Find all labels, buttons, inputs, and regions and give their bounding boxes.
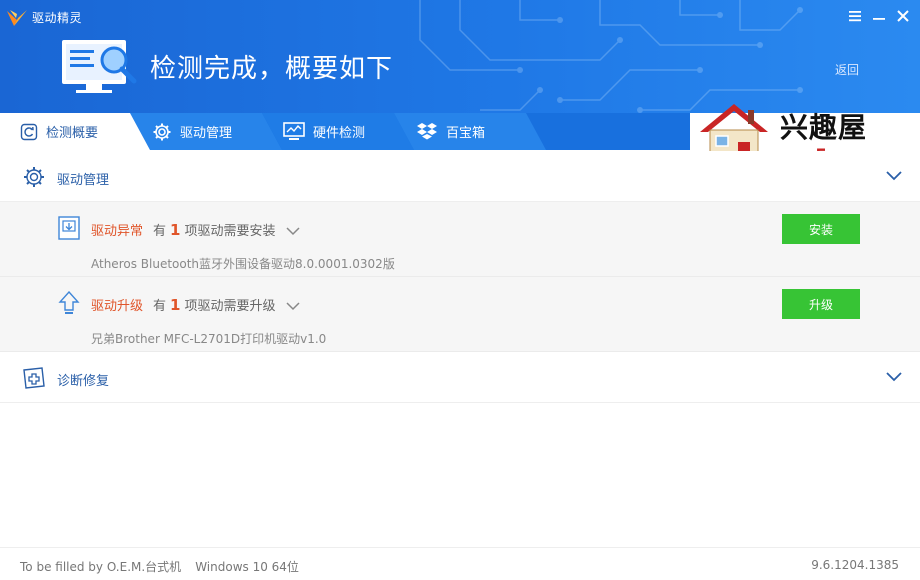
section-diagnose-repair-title: 诊断修复: [57, 374, 110, 389]
tab-hardware-detection-label: 硬件检测: [313, 126, 366, 141]
section-driver-management[interactable]: 驱动管理: [0, 151, 920, 202]
monitor-icon: [283, 121, 305, 140]
section-diagnose-repair[interactable]: 诊断修复: [0, 352, 920, 403]
app-logo-icon: [7, 10, 27, 26]
install-button[interactable]: 安装: [782, 214, 860, 244]
version-label: 9.6.1204.1385: [811, 558, 899, 572]
upgrade-arrow-icon: [58, 291, 80, 314]
tab-driver-management-label: 驱动管理: [180, 126, 233, 141]
back-link[interactable]: 返回: [835, 61, 859, 78]
main-tab-bar: 检测概要 驱动管理 硬件检测 百宝箱: [0, 113, 690, 150]
tab-overview-label: 检测概要: [46, 126, 99, 141]
header-banner: 驱动精灵 检测完成，概要如下 返回: [0, 0, 920, 113]
item-summary: 驱动升级有 1 项驱动需要升级: [91, 295, 300, 314]
section-driver-management-title: 驱动管理: [57, 173, 110, 188]
chevron-down-icon[interactable]: [886, 171, 902, 181]
tab-overview[interactable]: 检测概要: [20, 113, 98, 150]
tab-driver-management[interactable]: 驱动管理: [152, 113, 232, 150]
item-suffix: 项驱动需要安装: [184, 224, 276, 239]
os-info: Windows 10 64位: [195, 560, 299, 574]
toolbox-icon: [417, 122, 437, 139]
scan-monitor-icon: [62, 40, 137, 93]
item-count: 1: [170, 296, 181, 314]
list-item-driver-upgrade: 驱动升级有 1 项驱动需要升级 兄弟Brother MFC-L2701D打印机驱动v…: [0, 277, 920, 352]
driver-genius-window: 驱动精灵 检测完成，概要如下 返回 检测概要 驱动管理 硬件检测 百宝箱 兴趣屋…: [0, 0, 920, 580]
chevron-down-icon[interactable]: [286, 227, 300, 236]
chevron-down-icon[interactable]: [886, 372, 902, 382]
watermark-brand: 兴趣屋: [780, 111, 868, 144]
item-summary: 驱动异常有 1 项驱动需要安装: [91, 220, 300, 239]
app-title: 驱动精灵: [32, 11, 83, 25]
item-prefix: 有: [153, 299, 167, 314]
chevron-down-icon[interactable]: [286, 302, 300, 311]
item-detail: Atheros Bluetooth蓝牙外围设备驱动8.0.0001.0302版: [91, 257, 395, 271]
item-status: 驱动异常: [91, 224, 144, 239]
status-footer: To be filled by O.E.M.台式机 Windows 10 64位 …: [0, 547, 920, 580]
gear-icon: [153, 123, 171, 140]
gear-icon: [24, 167, 44, 187]
item-detail: 兄弟Brother MFC-L2701D打印机驱动v1.0: [91, 332, 327, 346]
system-info: To be filled by O.E.M.台式机 Windows 10 64位: [20, 558, 299, 575]
close-icon[interactable]: [896, 9, 910, 23]
item-status: 驱动升级: [91, 299, 144, 314]
result-headline: 检测完成，概要如下: [150, 54, 394, 84]
install-icon: [58, 216, 80, 240]
refresh-icon: [20, 123, 38, 140]
tab-toolbox-label: 百宝箱: [446, 126, 486, 141]
item-suffix: 项驱动需要升级: [184, 299, 276, 314]
list-item-driver-abnormal: 驱动异常有 1 项驱动需要安装 Atheros Bluetooth蓝牙外围设备驱动8…: [0, 202, 920, 277]
tab-toolbox[interactable]: 百宝箱: [416, 113, 485, 150]
upgrade-button[interactable]: 升级: [782, 289, 860, 319]
minimize-icon[interactable]: [872, 9, 886, 23]
menu-icon[interactable]: [848, 9, 862, 23]
item-prefix: 有: [153, 224, 167, 239]
oem-info: To be filled by O.E.M.台式机: [20, 560, 182, 574]
item-count: 1: [170, 221, 181, 239]
medical-kit-icon: [23, 367, 45, 389]
tab-hardware-detection[interactable]: 硬件检测: [283, 113, 365, 150]
